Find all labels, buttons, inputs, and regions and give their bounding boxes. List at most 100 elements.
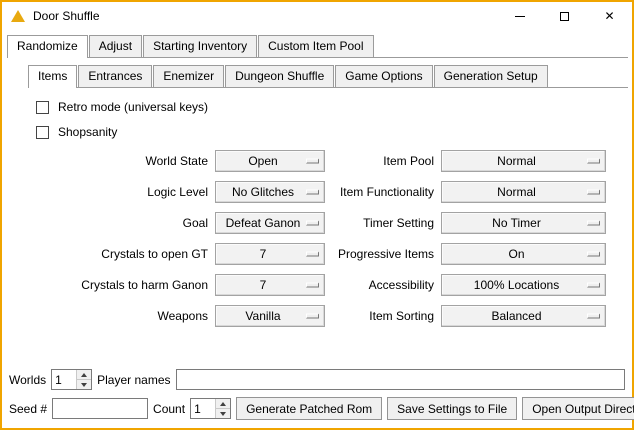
tab-adjust[interactable]: Adjust bbox=[89, 35, 142, 57]
timer-setting-label: Timer Setting bbox=[332, 216, 434, 230]
shopsanity-checkbox-row[interactable]: Shopsanity bbox=[36, 125, 628, 139]
dropdown-indicator-icon bbox=[587, 314, 600, 319]
dropdown-indicator-icon bbox=[587, 190, 600, 195]
maximize-icon bbox=[560, 12, 569, 21]
progressive-items-label: Progressive Items bbox=[332, 247, 434, 261]
accessibility-label: Accessibility bbox=[332, 278, 434, 292]
tab-dungeon-shuffle[interactable]: Dungeon Shuffle bbox=[225, 65, 334, 87]
item-pool-label: Item Pool bbox=[332, 154, 434, 168]
accessibility-dropdown[interactable]: 100% Locations bbox=[441, 274, 606, 296]
world-state-value: Open bbox=[248, 154, 291, 168]
item-functionality-value: Normal bbox=[497, 185, 550, 199]
minimize-button[interactable] bbox=[497, 2, 542, 30]
worlds-spinner bbox=[51, 369, 92, 390]
retro-mode-checkbox[interactable] bbox=[36, 101, 49, 114]
app-icon bbox=[11, 10, 25, 22]
close-button[interactable]: ✕ bbox=[587, 2, 632, 30]
world-state-label: World State bbox=[36, 154, 208, 168]
count-spinner-arrows bbox=[215, 399, 230, 418]
maximize-button[interactable] bbox=[542, 2, 587, 30]
weapons-value: Vanilla bbox=[245, 309, 294, 323]
goal-dropdown[interactable]: Defeat Ganon bbox=[215, 212, 325, 234]
open-output-directory-button[interactable]: Open Output Directory bbox=[522, 397, 634, 420]
minimize-icon bbox=[515, 16, 525, 17]
inner-tab-bar: Items Entrances Enemizer Dungeon Shuffle… bbox=[28, 65, 628, 88]
dropdown-indicator-icon bbox=[306, 221, 319, 226]
crystals-gt-label: Crystals to open GT bbox=[36, 247, 208, 261]
shopsanity-checkbox[interactable] bbox=[36, 126, 49, 139]
count-spin-up-icon[interactable] bbox=[216, 399, 230, 408]
retro-mode-label: Retro mode (universal keys) bbox=[58, 100, 208, 114]
accessibility-value: 100% Locations bbox=[474, 278, 573, 292]
retro-mode-checkbox-row[interactable]: Retro mode (universal keys) bbox=[36, 100, 628, 114]
world-state-dropdown[interactable]: Open bbox=[215, 150, 325, 172]
settings-grid: World State Open Item Pool Normal Logic … bbox=[36, 150, 628, 327]
worlds-spin-down-icon[interactable] bbox=[77, 379, 91, 389]
timer-setting-dropdown[interactable]: No Timer bbox=[441, 212, 606, 234]
titlebar[interactable]: Door Shuffle ✕ bbox=[2, 2, 632, 30]
player-names-label: Player names bbox=[97, 373, 170, 387]
window-title: Door Shuffle bbox=[33, 9, 100, 23]
seed-row: Seed # Count Generate Patched Rom Save S… bbox=[9, 397, 625, 420]
tab-items[interactable]: Items bbox=[28, 65, 77, 88]
tab-randomize[interactable]: Randomize bbox=[7, 35, 88, 58]
items-tab-pane: Retro mode (universal keys) Shopsanity W… bbox=[28, 88, 628, 369]
worlds-spin-up-icon[interactable] bbox=[77, 370, 91, 379]
item-sorting-dropdown[interactable]: Balanced bbox=[441, 305, 606, 327]
tab-custom-item-pool[interactable]: Custom Item Pool bbox=[258, 35, 373, 57]
crystals-gt-value: 7 bbox=[260, 247, 281, 261]
item-sorting-label: Item Sorting bbox=[332, 309, 434, 323]
item-functionality-label: Item Functionality bbox=[332, 185, 434, 199]
window-controls: ✕ bbox=[497, 2, 632, 30]
worlds-row: Worlds Player names bbox=[9, 369, 625, 390]
save-settings-button[interactable]: Save Settings to File bbox=[387, 397, 517, 420]
worlds-label: Worlds bbox=[9, 373, 46, 387]
dropdown-indicator-icon bbox=[306, 159, 319, 164]
seed-label: Seed # bbox=[9, 402, 47, 416]
item-sorting-value: Balanced bbox=[491, 309, 555, 323]
crystals-ganon-label: Crystals to harm Ganon bbox=[36, 278, 208, 292]
count-spin-down-icon[interactable] bbox=[216, 408, 230, 418]
worlds-input[interactable] bbox=[52, 370, 76, 389]
dropdown-indicator-icon bbox=[306, 314, 319, 319]
app-window: Door Shuffle ✕ Randomize Adjust Starting… bbox=[0, 0, 634, 430]
close-icon: ✕ bbox=[604, 10, 614, 22]
logic-level-dropdown[interactable]: No Glitches bbox=[215, 181, 325, 203]
item-pool-value: Normal bbox=[497, 154, 550, 168]
count-spinner bbox=[190, 398, 231, 419]
crystals-ganon-value: 7 bbox=[260, 278, 281, 292]
item-functionality-dropdown[interactable]: Normal bbox=[441, 181, 606, 203]
seed-input[interactable] bbox=[52, 398, 148, 419]
bottom-controls: Worlds Player names Seed # Count bbox=[6, 369, 628, 420]
logic-level-label: Logic Level bbox=[36, 185, 208, 199]
goal-value: Defeat Ganon bbox=[226, 216, 315, 230]
timer-setting-value: No Timer bbox=[492, 216, 555, 230]
window-body: Randomize Adjust Starting Inventory Cust… bbox=[2, 30, 632, 428]
dropdown-indicator-icon bbox=[587, 159, 600, 164]
dropdown-indicator-icon bbox=[306, 283, 319, 288]
crystals-gt-dropdown[interactable]: 7 bbox=[215, 243, 325, 265]
tab-entrances[interactable]: Entrances bbox=[78, 65, 152, 87]
tab-enemizer[interactable]: Enemizer bbox=[153, 65, 224, 87]
weapons-dropdown[interactable]: Vanilla bbox=[215, 305, 325, 327]
dropdown-indicator-icon bbox=[587, 252, 600, 257]
count-input[interactable] bbox=[191, 399, 215, 418]
logic-level-value: No Glitches bbox=[232, 185, 308, 199]
dropdown-indicator-icon bbox=[587, 221, 600, 226]
generate-patched-rom-button[interactable]: Generate Patched Rom bbox=[236, 397, 382, 420]
outer-tab-bar: Randomize Adjust Starting Inventory Cust… bbox=[7, 35, 628, 58]
dropdown-indicator-icon bbox=[587, 283, 600, 288]
tab-game-options[interactable]: Game Options bbox=[335, 65, 432, 87]
worlds-spinner-arrows bbox=[76, 370, 91, 389]
progressive-items-value: On bbox=[508, 247, 538, 261]
inner-notebook: Items Entrances Enemizer Dungeon Shuffle… bbox=[28, 65, 628, 369]
progressive-items-dropdown[interactable]: On bbox=[441, 243, 606, 265]
crystals-ganon-dropdown[interactable]: 7 bbox=[215, 274, 325, 296]
count-label: Count bbox=[153, 402, 185, 416]
player-names-input[interactable] bbox=[176, 369, 626, 390]
dropdown-indicator-icon bbox=[306, 252, 319, 257]
tab-generation-setup[interactable]: Generation Setup bbox=[434, 65, 548, 87]
tab-starting-inventory[interactable]: Starting Inventory bbox=[143, 35, 257, 57]
item-pool-dropdown[interactable]: Normal bbox=[441, 150, 606, 172]
dropdown-indicator-icon bbox=[306, 190, 319, 195]
